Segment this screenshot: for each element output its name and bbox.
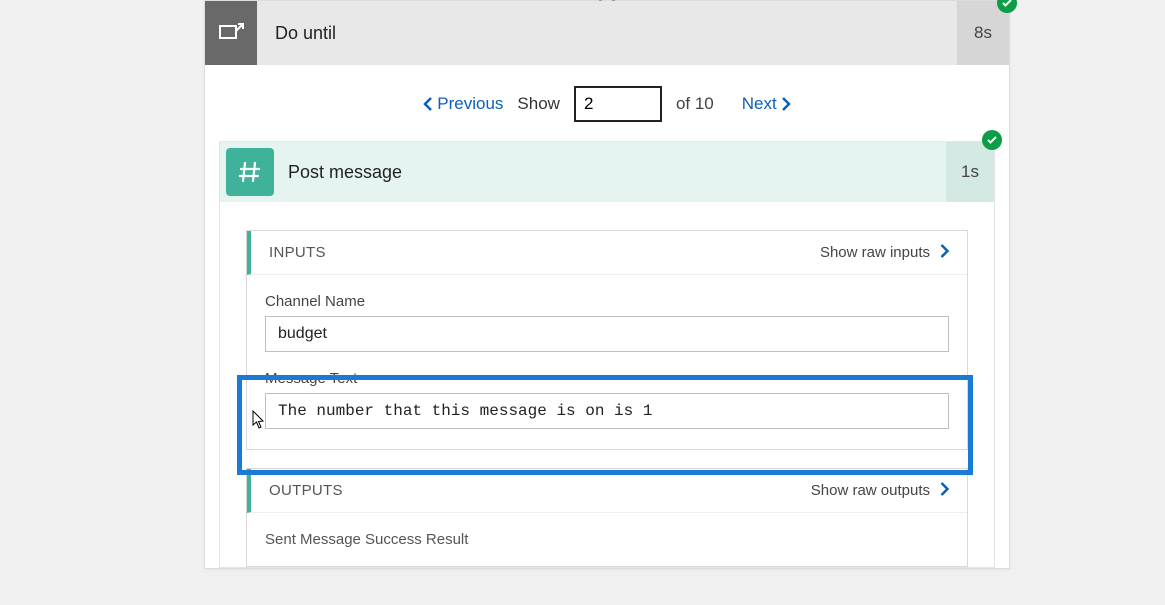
show-raw-outputs-label: Show raw outputs <box>811 482 930 499</box>
sent-message-label: Sent Message Success Result <box>247 513 967 548</box>
do-until-header[interactable]: Do until 8s <box>205 1 1009 65</box>
inputs-section: INPUTS Show raw inputs Channel Name budg… <box>246 230 968 450</box>
show-index-input[interactable] <box>574 86 662 122</box>
hash-icon <box>226 148 274 196</box>
do-until-icon <box>205 1 257 65</box>
post-message-title: Post message <box>274 162 946 183</box>
show-raw-inputs-button[interactable]: Show raw inputs <box>820 242 949 263</box>
post-message-header[interactable]: Post message 1s <box>220 142 994 202</box>
previous-label: Previous <box>437 94 503 114</box>
message-text-value: The number that this message is on is 1 <box>265 393 949 429</box>
outputs-section: OUTPUTS Show raw outputs Sent Message Su… <box>246 468 968 567</box>
do-until-title: Do until <box>257 23 957 44</box>
chevron-right-icon <box>940 242 949 263</box>
do-until-card: Do until 8s Previous Show of 10 Next Pos… <box>204 0 1010 569</box>
inputs-header: INPUTS Show raw inputs <box>247 231 967 275</box>
of-total-label: of 10 <box>676 94 714 114</box>
show-label: Show <box>517 94 560 114</box>
channel-name-label: Channel Name <box>265 293 949 310</box>
chevron-right-icon <box>940 480 949 501</box>
previous-button[interactable]: Previous <box>423 94 503 114</box>
next-label: Next <box>742 94 777 114</box>
message-text-field: Message Text The number that this messag… <box>247 352 967 429</box>
outputs-header: OUTPUTS Show raw outputs <box>247 469 967 513</box>
inputs-title: INPUTS <box>269 244 820 261</box>
channel-name-value: budget <box>265 316 949 352</box>
post-message-card: Post message 1s INPUTS Show raw inputs C… <box>219 141 995 568</box>
post-message-duration: 1s <box>946 142 994 202</box>
next-button[interactable]: Next <box>742 94 791 114</box>
channel-name-field: Channel Name budget <box>247 275 967 352</box>
show-raw-inputs-label: Show raw inputs <box>820 244 930 261</box>
message-text-label: Message Text <box>265 370 949 387</box>
pager-row: Previous Show of 10 Next <box>205 65 1009 123</box>
show-raw-outputs-button[interactable]: Show raw outputs <box>811 480 949 501</box>
success-badge-icon <box>982 130 1002 150</box>
outputs-title: OUTPUTS <box>269 482 811 499</box>
